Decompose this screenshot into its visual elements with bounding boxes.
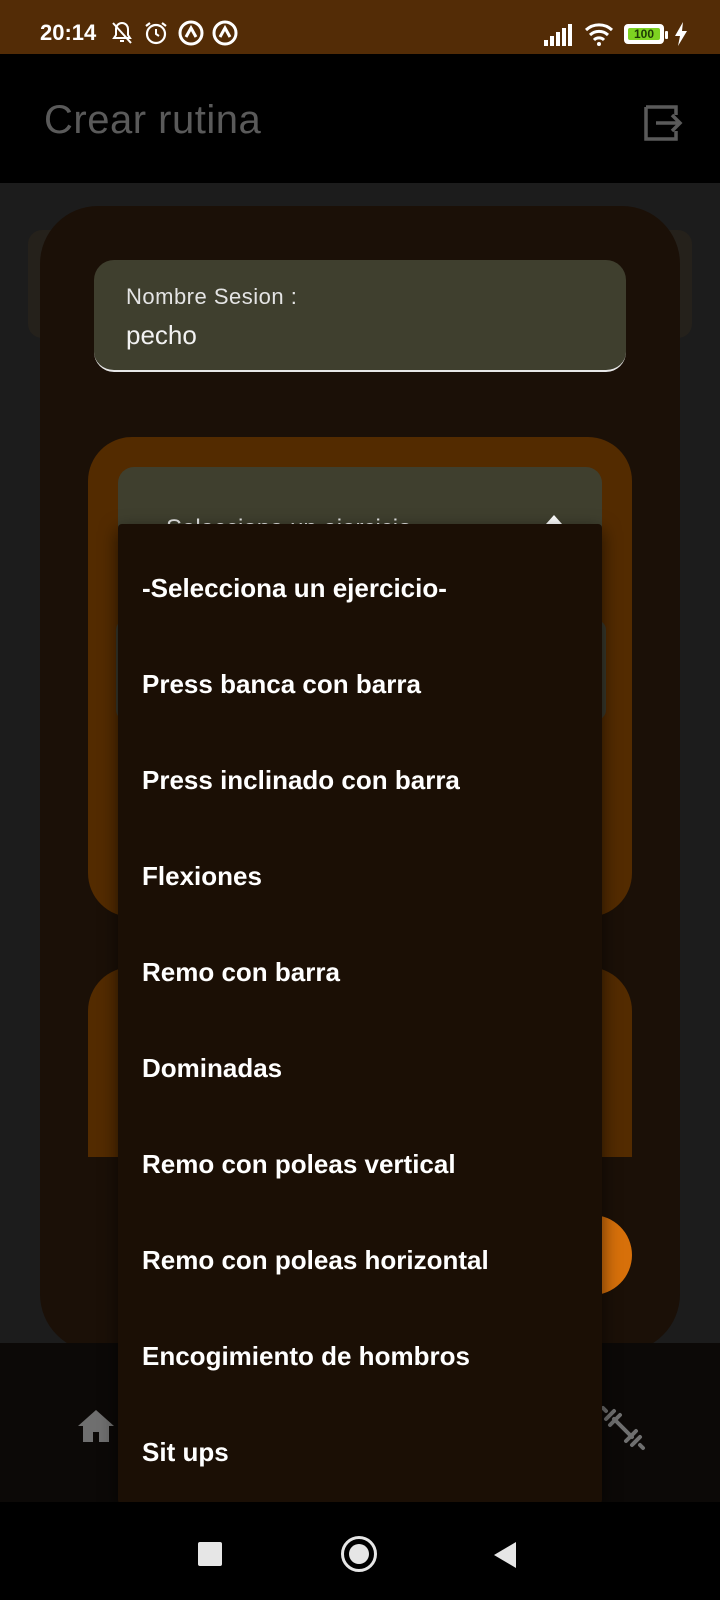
dropdown-option[interactable]: Press inclinado con barra	[142, 765, 460, 796]
signal-icon	[544, 24, 572, 46]
dropdown-arrow-icon	[546, 515, 562, 524]
dumbbell-icon[interactable]	[600, 1405, 646, 1451]
session-name-label: Nombre Sesion :	[126, 284, 298, 309]
dropdown-option[interactable]: Flexiones	[142, 861, 262, 892]
battery-icon: 100	[624, 24, 668, 44]
status-time: 20:14	[40, 20, 97, 45]
dropdown-option[interactable]: Sit ups	[142, 1437, 229, 1468]
dropdown-option[interactable]: Encogimiento de hombros	[142, 1341, 470, 1372]
top-app-bar: Crear rutina	[0, 54, 720, 183]
dropdown-option[interactable]: Remo con poleas vertical	[142, 1149, 456, 1180]
recents-icon[interactable]	[198, 1542, 222, 1566]
wifi-icon	[584, 23, 614, 46]
session-name-field[interactable]: Nombre Sesion : pecho	[94, 260, 626, 372]
dropdown-option[interactable]: -Selecciona un ejercicio-	[142, 573, 447, 604]
session-name-value[interactable]: pecho	[126, 320, 197, 351]
notifications-off-icon	[112, 21, 132, 44]
home-button-icon[interactable]	[341, 1536, 377, 1572]
system-navigation-bar	[0, 1502, 720, 1600]
alarm-icon	[145, 22, 167, 45]
exercise-dropdown-menu: -Selecciona un ejercicio- Press banca co…	[118, 524, 602, 1504]
status-bar: 20:14 100	[0, 0, 720, 54]
exit-icon[interactable]	[640, 99, 688, 147]
back-icon[interactable]	[494, 1542, 516, 1568]
page-title: Crear rutina	[44, 98, 262, 142]
battery-level: 100	[628, 28, 660, 40]
dropdown-option[interactable]: Remo con barra	[142, 957, 340, 988]
dropdown-option[interactable]: Remo con poleas horizontal	[142, 1245, 489, 1276]
app-notification-icon	[178, 20, 204, 46]
dropdown-option[interactable]: Press banca con barra	[142, 669, 421, 700]
dropdown-option[interactable]: Dominadas	[142, 1053, 282, 1084]
home-icon[interactable]	[76, 1408, 116, 1444]
app-notification-icon	[212, 20, 238, 46]
charging-icon	[675, 22, 687, 46]
